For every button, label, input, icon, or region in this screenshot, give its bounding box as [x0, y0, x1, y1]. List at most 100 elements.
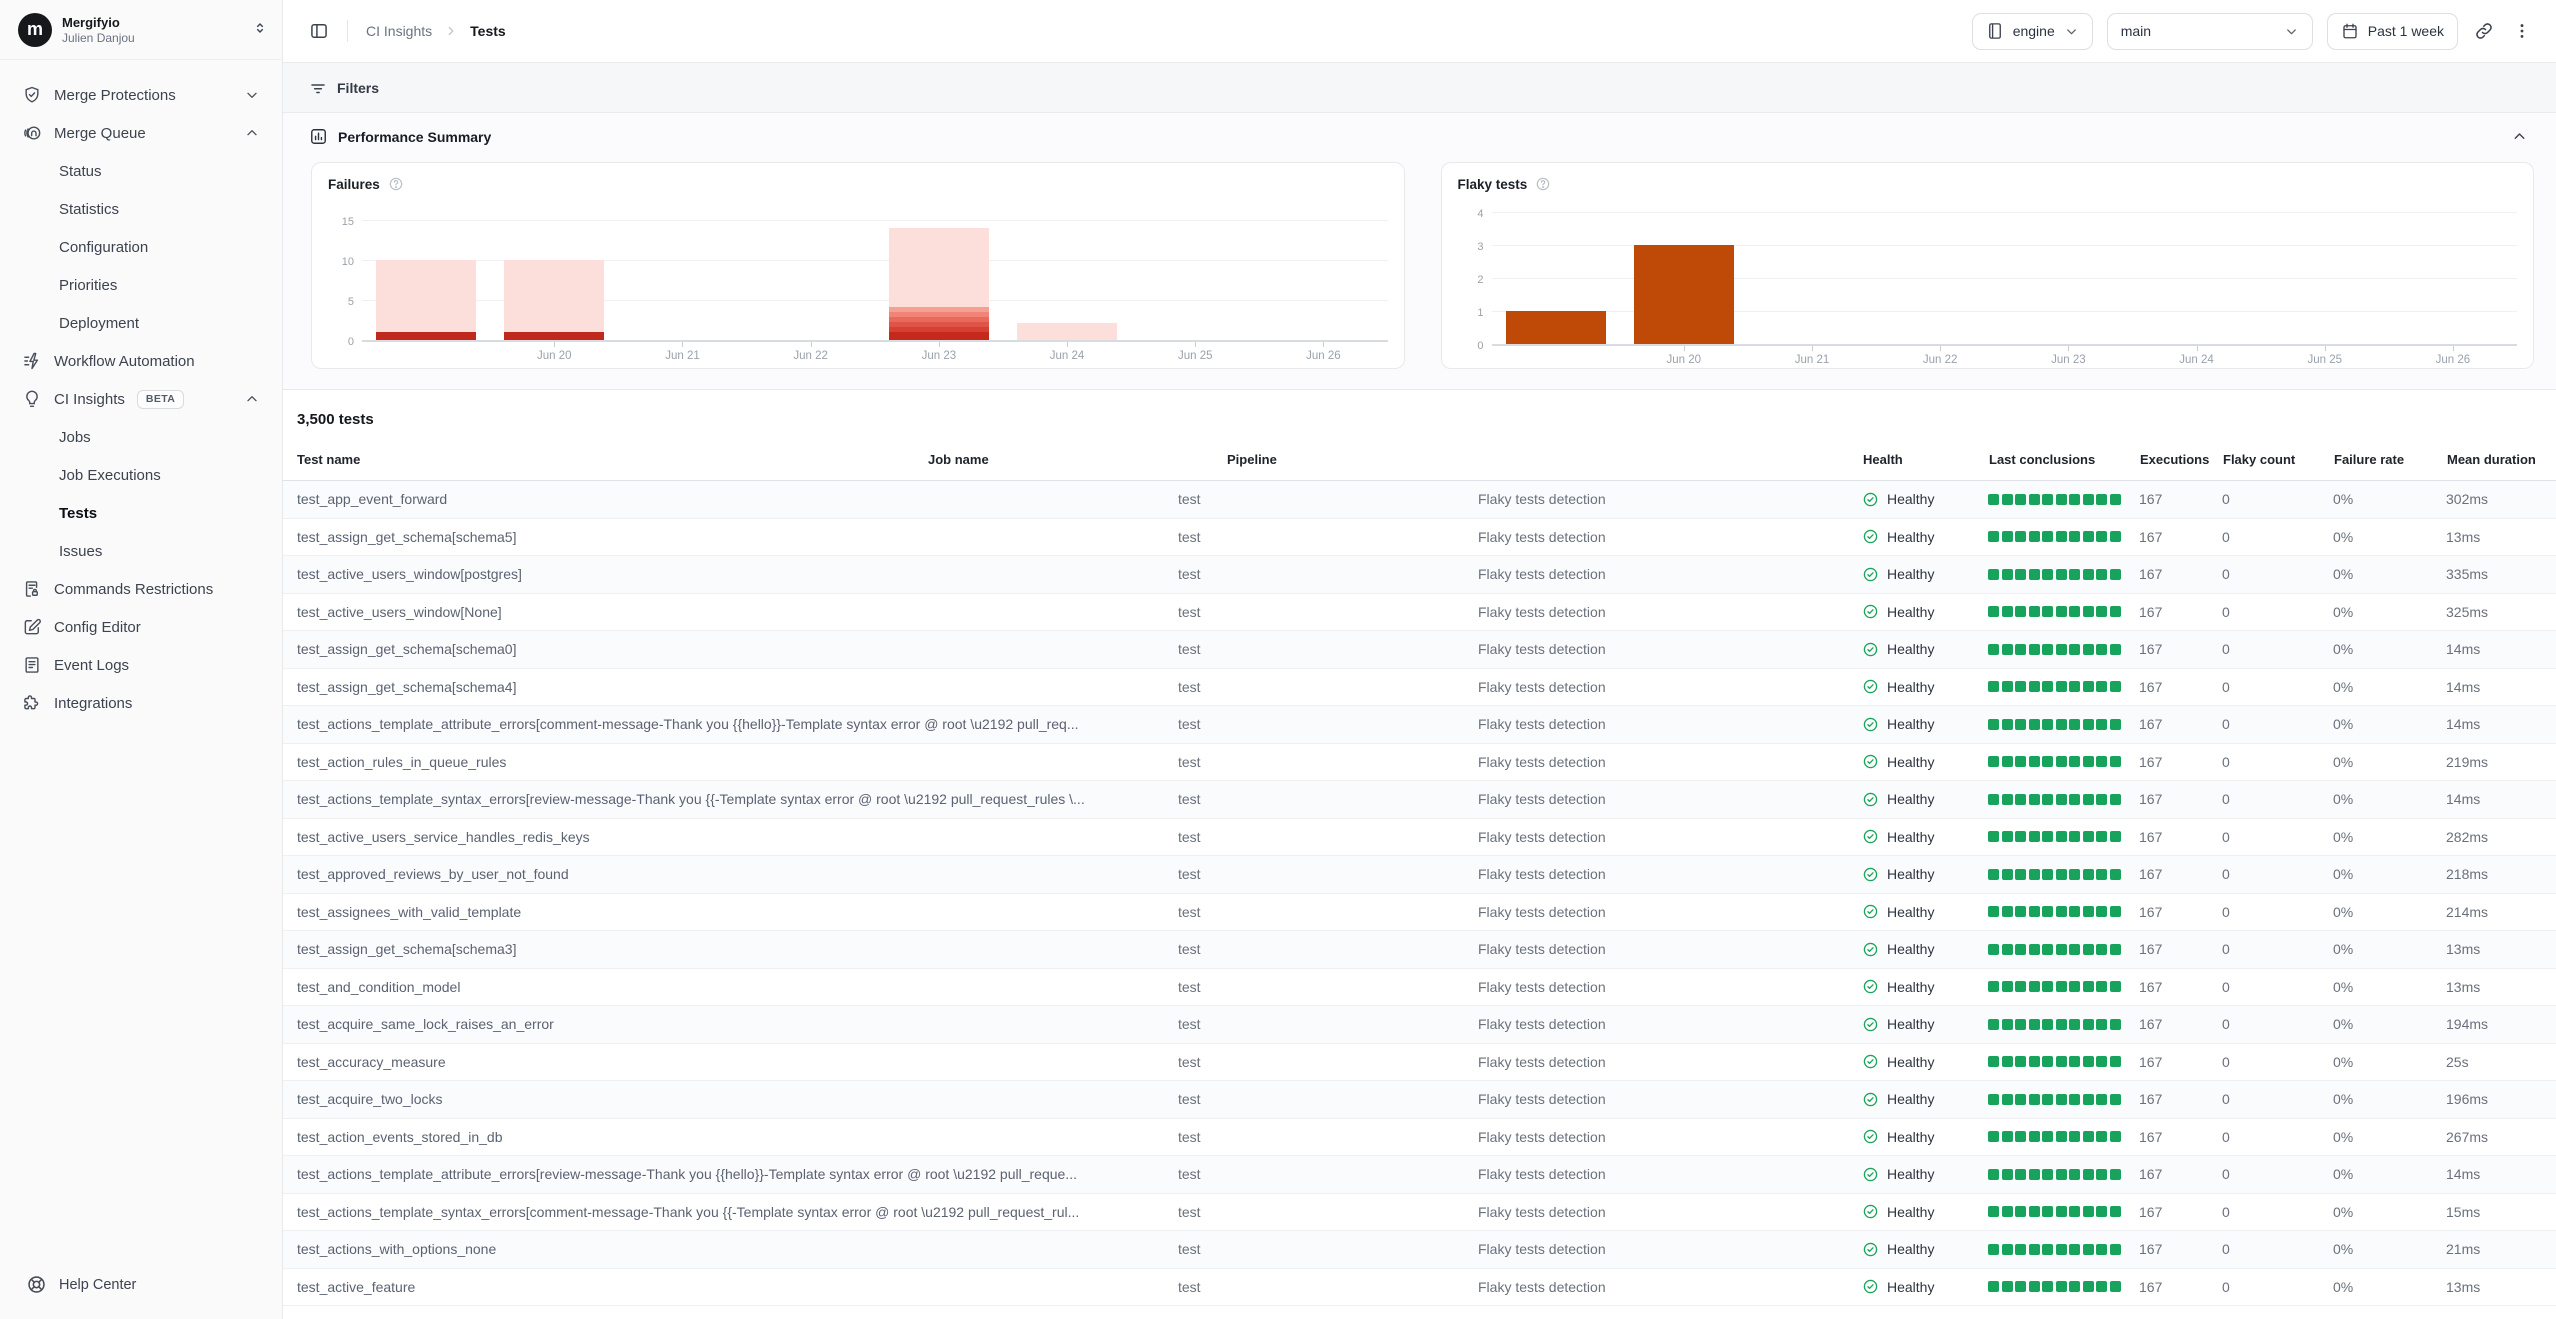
- cell-test-name: test_assign_get_schema[schema3]: [283, 941, 1178, 957]
- cell-last-conclusions: [1974, 794, 2125, 805]
- cell-last-conclusions: [1974, 906, 2125, 917]
- cell-last-conclusions: [1974, 944, 2125, 955]
- conclusion-square: [2110, 681, 2121, 692]
- cell-pipeline: Flaky tests detection: [1478, 679, 1848, 695]
- health-label: Healthy: [1887, 904, 1934, 920]
- cell-failure-rate: 0%: [2319, 904, 2432, 920]
- cell-test-name: test_actions_template_syntax_errors[revi…: [283, 791, 1178, 807]
- conclusion-square: [2029, 1056, 2040, 1067]
- conclusion-square: [1988, 531, 1999, 542]
- sidebar-item-label: Event Logs: [54, 657, 129, 674]
- conclusion-square: [2042, 794, 2053, 805]
- conclusion-square: [2002, 1244, 2013, 1255]
- x-tick-label: Jun 26: [1306, 350, 1341, 362]
- sidebar-item-tests[interactable]: Tests: [12, 494, 270, 532]
- table-row[interactable]: test_active_featuretestFlaky tests detec…: [283, 1269, 2556, 1307]
- conclusion-square: [2015, 719, 2026, 730]
- sidebar-item-merge-queue[interactable]: Merge Queue: [12, 114, 270, 152]
- conclusion-square: [2042, 719, 2053, 730]
- org-switcher[interactable]: m Mergifyio Julien Danjou: [0, 0, 282, 60]
- sidebar-item-workflow-automation[interactable]: Workflow Automation: [12, 342, 270, 380]
- collapse-chevron-icon[interactable]: [2511, 128, 2528, 145]
- table-row[interactable]: test_actions_template_attribute_errors[r…: [283, 1156, 2556, 1194]
- conclusion-square: [2096, 1169, 2107, 1180]
- table-row[interactable]: test_assign_get_schema[schema4]testFlaky…: [283, 669, 2556, 707]
- failures-chart-title: Failures: [328, 177, 380, 192]
- table-row[interactable]: test_approved_reviews_by_user_not_foundt…: [283, 856, 2556, 894]
- conclusion-square: [2002, 1131, 2013, 1142]
- repo-selector[interactable]: engine: [1972, 13, 2093, 50]
- cell-executions: 167: [2125, 1091, 2208, 1107]
- cell-pipeline: Flaky tests detection: [1478, 491, 1848, 507]
- cell-job-name: test: [1178, 1204, 1478, 1220]
- sidebar-item-commands-restrictions[interactable]: Commands Restrictions: [12, 570, 270, 608]
- filters-bar[interactable]: Filters: [283, 63, 2556, 113]
- conclusion-square: [2056, 681, 2067, 692]
- table-row[interactable]: test_and_condition_modeltestFlaky tests …: [283, 969, 2556, 1007]
- cell-last-conclusions: [1974, 1056, 2125, 1067]
- failures-x-axis: Jun 20Jun 21Jun 22Jun 23Jun 24Jun 25Jun …: [362, 342, 1388, 368]
- table-row[interactable]: test_active_users_service_handles_redis_…: [283, 819, 2556, 857]
- cell-test-name: test_actions_with_options_none: [283, 1241, 1178, 1257]
- cell-health: Healthy: [1848, 1091, 1974, 1108]
- conclusion-square: [2083, 1244, 2094, 1255]
- sidebar-item-job-executions[interactable]: Job Executions: [12, 456, 270, 494]
- sidebar-item-integrations[interactable]: Integrations: [12, 684, 270, 722]
- sidebar-toggle-icon[interactable]: [309, 21, 329, 41]
- help-center-link[interactable]: Help Center: [0, 1258, 282, 1319]
- branch-selector[interactable]: main: [2107, 13, 2313, 50]
- conclusion-square: [2069, 1244, 2080, 1255]
- table-row[interactable]: test_assign_get_schema[schema3]testFlaky…: [283, 931, 2556, 969]
- table-row[interactable]: test_actions_template_attribute_errors[c…: [283, 706, 2556, 744]
- sidebar-item-config-editor[interactable]: Config Editor: [12, 608, 270, 646]
- sidebar-item-issues[interactable]: Issues: [12, 532, 270, 570]
- question-circle-icon[interactable]: [1535, 176, 1551, 192]
- conclusion-square: [2110, 981, 2121, 992]
- sidebar-item-jobs[interactable]: Jobs: [12, 418, 270, 456]
- table-row[interactable]: test_accuracy_measuretestFlaky tests det…: [283, 1044, 2556, 1082]
- share-link-icon[interactable]: [2472, 19, 2496, 43]
- table-row[interactable]: test_active_users_window[None]testFlaky …: [283, 594, 2556, 632]
- table-row[interactable]: test_acquire_same_lock_raises_an_errorte…: [283, 1006, 2556, 1044]
- table-row[interactable]: test_assignees_with_valid_templatetestFl…: [283, 894, 2556, 932]
- table-row[interactable]: test_app_event_forwardtestFlaky tests de…: [283, 481, 2556, 519]
- date-range-button[interactable]: Past 1 week: [2327, 13, 2458, 50]
- chart-bar: [1017, 323, 1117, 340]
- cell-health: Healthy: [1848, 791, 1974, 808]
- table-row[interactable]: test_action_rules_in_queue_rulestestFlak…: [283, 744, 2556, 782]
- question-circle-icon[interactable]: [388, 176, 404, 192]
- sidebar-item-priorities[interactable]: Priorities: [12, 266, 270, 304]
- conclusion-square: [2029, 681, 2040, 692]
- table-row[interactable]: test_actions_template_syntax_errors[comm…: [283, 1194, 2556, 1232]
- table-row[interactable]: test_actions_template_syntax_errors[revi…: [283, 781, 2556, 819]
- table-row[interactable]: test_action_events_stored_in_dbtestFlaky…: [283, 1119, 2556, 1157]
- cell-last-conclusions: [1974, 569, 2125, 580]
- sidebar-item-ci-insights[interactable]: CI InsightsBETA: [12, 380, 270, 418]
- doc-text-icon: [22, 655, 42, 675]
- sidebar-item-deployment[interactable]: Deployment: [12, 304, 270, 342]
- sidebar-item-statistics[interactable]: Statistics: [12, 190, 270, 228]
- conclusion-square: [1988, 606, 1999, 617]
- sidebar-item-label: Integrations: [54, 695, 132, 712]
- cell-flaky-count: 0: [2208, 979, 2319, 995]
- cell-failure-rate: 0%: [2319, 1241, 2432, 1257]
- health-label: Healthy: [1887, 491, 1934, 507]
- table-row[interactable]: test_assign_get_schema[schema5]testFlaky…: [283, 519, 2556, 557]
- table-row[interactable]: test_actions_with_options_nonetestFlaky …: [283, 1231, 2556, 1269]
- check-circle-icon: [1862, 791, 1879, 808]
- cell-flaky-count: 0: [2208, 1054, 2319, 1070]
- sidebar-item-status[interactable]: Status: [12, 152, 270, 190]
- sidebar-item-merge-protections[interactable]: Merge Protections: [12, 76, 270, 114]
- cell-last-conclusions: [1974, 494, 2125, 505]
- column-header-test-name: Test name: [283, 448, 914, 480]
- table-row[interactable]: test_active_users_window[postgres]testFl…: [283, 556, 2556, 594]
- breadcrumb-parent[interactable]: CI Insights: [366, 23, 432, 39]
- table-row[interactable]: test_acquire_two_lockstestFlaky tests de…: [283, 1081, 2556, 1119]
- table-row[interactable]: test_assign_get_schema[schema0]testFlaky…: [283, 631, 2556, 669]
- more-options-icon[interactable]: [2510, 19, 2534, 43]
- sidebar-item-configuration[interactable]: Configuration: [12, 228, 270, 266]
- sidebar-item-event-logs[interactable]: Event Logs: [12, 646, 270, 684]
- conclusion-square: [1988, 944, 1999, 955]
- cell-executions: 167: [2125, 1129, 2208, 1145]
- conclusion-square: [2056, 1094, 2067, 1105]
